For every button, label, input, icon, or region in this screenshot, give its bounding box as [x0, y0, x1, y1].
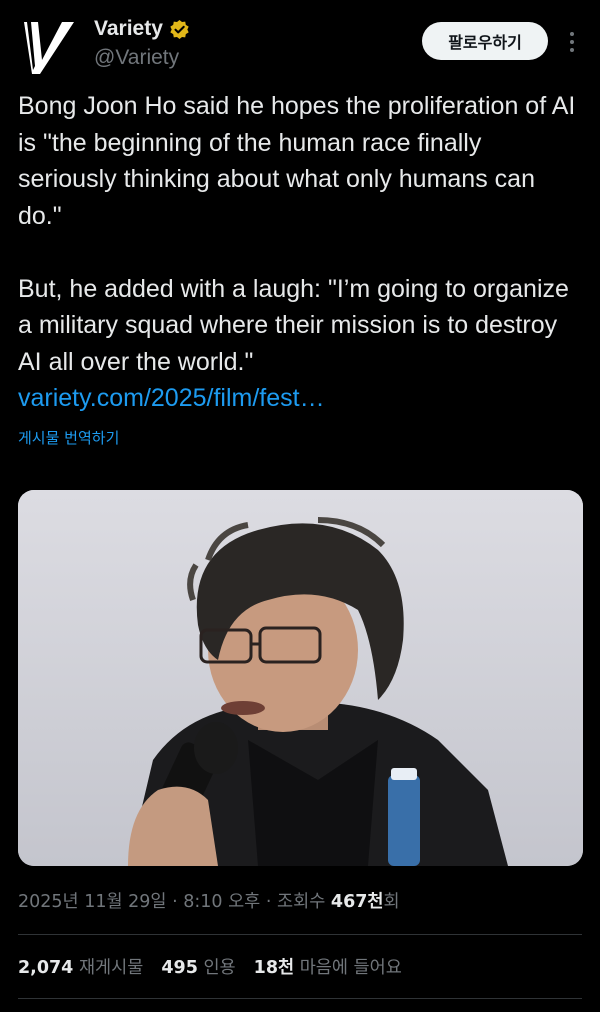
tweet-time[interactable]: 8:10 오후 — [183, 892, 260, 912]
more-options-icon[interactable] — [562, 26, 582, 58]
likes-label: 마음에 들어요 — [299, 958, 402, 978]
translate-post-link[interactable]: 게시물 번역하기 — [18, 427, 119, 448]
tweet-header: Variety @Variety 팔로우하기 — [0, 0, 600, 90]
follow-button[interactable]: 팔로우하기 — [422, 22, 548, 60]
tweet-paragraph-1: Bong Joon Ho said he hopes the prolifera… — [18, 92, 576, 230]
name-row: Variety — [94, 17, 190, 41]
verified-badge-icon — [170, 19, 189, 39]
tweet-date[interactable]: 2025년 11월 29일 — [18, 892, 167, 912]
reposts-stat[interactable]: 2,074 재게시물 — [18, 954, 143, 979]
views-count: 467천 — [330, 892, 384, 912]
reposts-count: 2,074 — [18, 958, 74, 978]
quotes-count: 495 — [161, 958, 198, 978]
divider-bottom — [18, 998, 582, 999]
reposts-label: 재게시물 — [78, 958, 144, 978]
photo-of-speaker — [18, 490, 583, 866]
quotes-label: 인용 — [203, 958, 236, 978]
handle[interactable]: @Variety — [94, 46, 179, 70]
tweet-meta: 2025년 11월 29일 · 8:10 오후 · 조회수 467천회 — [18, 892, 400, 912]
tweet-text: Bong Joon Ho said he hopes the prolifera… — [18, 88, 584, 417]
tweet-paragraph-2: But, he added with a laugh: "I’m going t… — [18, 274, 569, 376]
quotes-stat[interactable]: 495 인용 — [161, 954, 235, 979]
views-label: 조회수 — [277, 892, 326, 912]
display-name[interactable]: Variety — [94, 17, 163, 41]
engagement-stats: 2,074 재게시물 495 인용 18천 마음에 들어요 — [18, 954, 402, 979]
avatar[interactable] — [18, 16, 80, 78]
divider — [18, 934, 582, 935]
tweet-photo[interactable] — [18, 490, 583, 866]
article-link[interactable]: variety.com/2025/film/fest… — [18, 380, 584, 417]
likes-stat[interactable]: 18천 마음에 들어요 — [254, 954, 402, 979]
likes-count: 18천 — [253, 958, 295, 978]
variety-logo-icon — [18, 16, 80, 78]
views-suffix: 회 — [383, 892, 400, 912]
